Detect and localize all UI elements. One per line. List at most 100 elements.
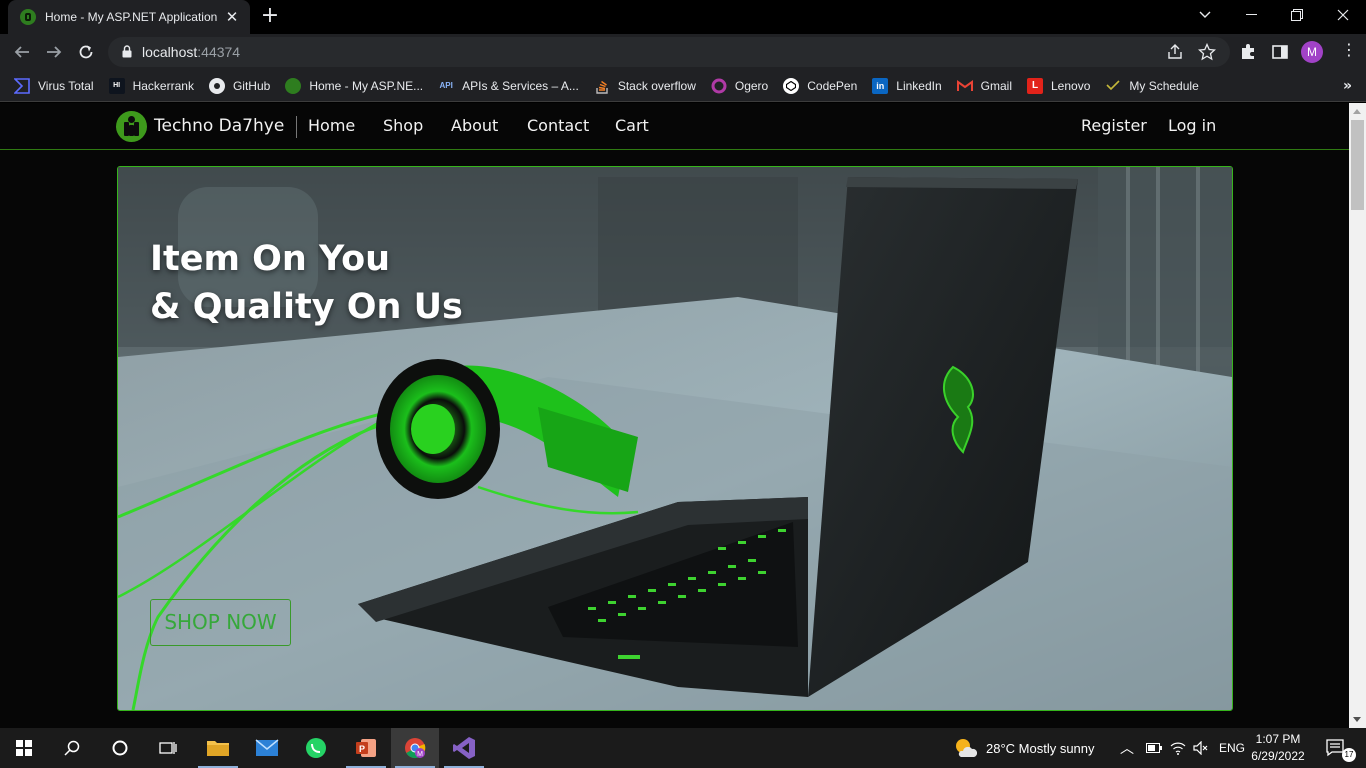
bookmark-label: Home - My ASP.NE... bbox=[309, 78, 424, 93]
browser-toolbar: localhost:44374 M ⋮ bbox=[0, 34, 1366, 70]
tray-overflow-chevron-icon[interactable]: ︿ bbox=[1120, 738, 1134, 758]
site-favicon-icon bbox=[20, 9, 36, 25]
browser-tab-active[interactable]: Home - My ASP.NET Application ✕ bbox=[8, 0, 250, 34]
bookmark-label: CodePen bbox=[807, 78, 858, 93]
bookmark-github[interactable]: GitHub bbox=[208, 77, 271, 94]
nav-contact[interactable]: Contact bbox=[527, 116, 589, 135]
gmail-icon bbox=[956, 78, 973, 94]
bookmark-stack-overflow[interactable]: Stack overflow bbox=[594, 78, 696, 94]
bookmark-lenovo[interactable]: L Lenovo bbox=[1027, 77, 1091, 94]
wifi-icon[interactable] bbox=[1170, 741, 1186, 755]
brand-name[interactable]: Techno Da7hye bbox=[154, 116, 284, 136]
site-navbar: Techno Da7hye Home Shop About Contact Ca… bbox=[0, 103, 1349, 150]
codepen-icon bbox=[783, 77, 800, 94]
virustotal-icon bbox=[14, 77, 30, 94]
login-link[interactable]: Log in bbox=[1168, 116, 1216, 135]
mail-icon[interactable] bbox=[243, 728, 291, 768]
bookmarks-overflow-icon[interactable]: » bbox=[1343, 78, 1352, 94]
bookmark-my-schedule[interactable]: My Schedule bbox=[1105, 78, 1199, 94]
svg-text:P: P bbox=[359, 744, 365, 754]
extensions-puzzle-icon[interactable] bbox=[1239, 43, 1257, 61]
scroll-thumb[interactable] bbox=[1351, 120, 1364, 210]
back-button[interactable] bbox=[8, 38, 36, 66]
chrome-icon[interactable]: M bbox=[391, 728, 439, 768]
language-indicator[interactable]: ENG bbox=[1219, 741, 1245, 755]
bookmark-label: Stack overflow bbox=[617, 78, 696, 93]
linkedin-icon: in bbox=[872, 77, 889, 94]
lock-icon[interactable] bbox=[122, 45, 132, 58]
chrome-menu-icon[interactable]: ⋮ bbox=[1340, 41, 1358, 59]
hero-banner: Item On You & Quality On Us SHOP NOW bbox=[117, 166, 1233, 711]
bookmark-ogero[interactable]: Ogero bbox=[711, 78, 768, 94]
start-windows-icon[interactable] bbox=[0, 728, 48, 768]
bookmark-hackerrank[interactable]: HI Hackerrank bbox=[108, 77, 194, 94]
scroll-down-arrow-icon[interactable] bbox=[1353, 717, 1361, 722]
bookmark-home-aspnet[interactable]: Home - My ASP.NE... bbox=[285, 77, 424, 94]
close-window-button[interactable] bbox=[1320, 0, 1366, 30]
notification-count-badge: 17 bbox=[1342, 748, 1356, 762]
site-favicon-icon bbox=[285, 77, 302, 94]
new-tab-button[interactable]: + bbox=[258, 4, 282, 28]
bookmark-label: Ogero bbox=[734, 78, 769, 93]
bookmark-label: LinkedIn bbox=[896, 78, 942, 93]
notification-center-icon[interactable]: 17 bbox=[1316, 728, 1356, 768]
bookmark-label: Gmail bbox=[980, 78, 1012, 93]
register-link[interactable]: Register bbox=[1081, 116, 1147, 135]
hackerrank-icon: HI bbox=[108, 77, 125, 94]
bookmark-label: APIs & Services – A... bbox=[462, 78, 579, 93]
nav-home[interactable]: Home bbox=[308, 116, 355, 135]
address-bar[interactable]: localhost:44374 bbox=[108, 37, 1230, 67]
bookmark-virus-total[interactable]: Virus Total bbox=[14, 77, 94, 94]
visual-studio-icon[interactable] bbox=[440, 728, 488, 768]
profile-avatar[interactable]: M bbox=[1301, 41, 1323, 63]
forward-button[interactable] bbox=[40, 38, 68, 66]
bookmark-gmail[interactable]: Gmail bbox=[956, 78, 1012, 94]
scroll-up-arrow-icon[interactable] bbox=[1353, 109, 1361, 114]
api-icon: API bbox=[439, 81, 453, 90]
taskbar-clock[interactable]: 1:07 PM 6/29/2022 bbox=[1248, 731, 1308, 765]
brand-divider bbox=[296, 116, 297, 138]
side-panel-icon[interactable] bbox=[1271, 43, 1289, 61]
page-viewport: Techno Da7hye Home Shop About Contact Ca… bbox=[0, 103, 1349, 728]
bookmark-apis-services[interactable]: API APIs & Services – A... bbox=[438, 78, 579, 94]
lenovo-icon: L bbox=[1027, 77, 1043, 94]
bookmark-label: Virus Total bbox=[38, 78, 94, 93]
bookmark-label: GitHub bbox=[232, 78, 271, 93]
tab-search-chevron-icon[interactable] bbox=[1182, 0, 1228, 30]
bookmark-label: Hackerrank bbox=[132, 78, 194, 93]
stackoverflow-icon bbox=[594, 78, 610, 94]
page-scrollbar[interactable] bbox=[1349, 103, 1366, 728]
minimize-button[interactable] bbox=[1228, 0, 1274, 30]
tab-close-icon[interactable]: ✕ bbox=[222, 8, 242, 26]
powerpoint-icon[interactable]: P bbox=[342, 728, 390, 768]
clock-date: 6/29/2022 bbox=[1251, 749, 1305, 763]
shop-now-button[interactable]: SHOP NOW bbox=[150, 599, 291, 646]
reload-button[interactable] bbox=[72, 38, 100, 66]
nav-about[interactable]: About bbox=[451, 116, 498, 135]
bookmarks-bar: Virus Total HI Hackerrank GitHub Home - … bbox=[0, 70, 1366, 102]
weather-text[interactable]: 28°C Mostly sunny bbox=[986, 741, 1095, 756]
bookmark-star-icon[interactable] bbox=[1198, 43, 1216, 61]
share-icon[interactable] bbox=[1166, 43, 1184, 61]
bookmark-linkedin[interactable]: in LinkedIn bbox=[872, 77, 942, 94]
whatsapp-icon[interactable] bbox=[292, 728, 340, 768]
task-view-icon[interactable] bbox=[144, 728, 192, 768]
url-text[interactable]: localhost:44374 bbox=[142, 44, 240, 60]
bookmark-codepen[interactable]: CodePen bbox=[783, 77, 858, 94]
hero-title: Item On You & Quality On Us bbox=[150, 235, 463, 331]
schedule-icon bbox=[1105, 78, 1121, 94]
weather-sunny-icon[interactable] bbox=[942, 728, 988, 768]
restore-button[interactable] bbox=[1274, 0, 1320, 30]
cortana-icon[interactable] bbox=[96, 728, 144, 768]
volume-muted-icon[interactable] bbox=[1193, 741, 1209, 755]
nav-cart[interactable]: Cart bbox=[615, 116, 649, 135]
nav-shop[interactable]: Shop bbox=[383, 116, 423, 135]
brand-logo-icon[interactable] bbox=[116, 111, 147, 142]
tab-strip: Home - My ASP.NET Application ✕ + bbox=[0, 0, 1366, 34]
bookmark-label: My Schedule bbox=[1129, 78, 1199, 93]
bookmark-label: Lenovo bbox=[1051, 78, 1091, 93]
search-icon[interactable] bbox=[48, 728, 96, 768]
battery-icon[interactable] bbox=[1146, 743, 1162, 753]
file-explorer-icon[interactable] bbox=[194, 728, 242, 768]
svg-text:M: M bbox=[417, 751, 423, 758]
